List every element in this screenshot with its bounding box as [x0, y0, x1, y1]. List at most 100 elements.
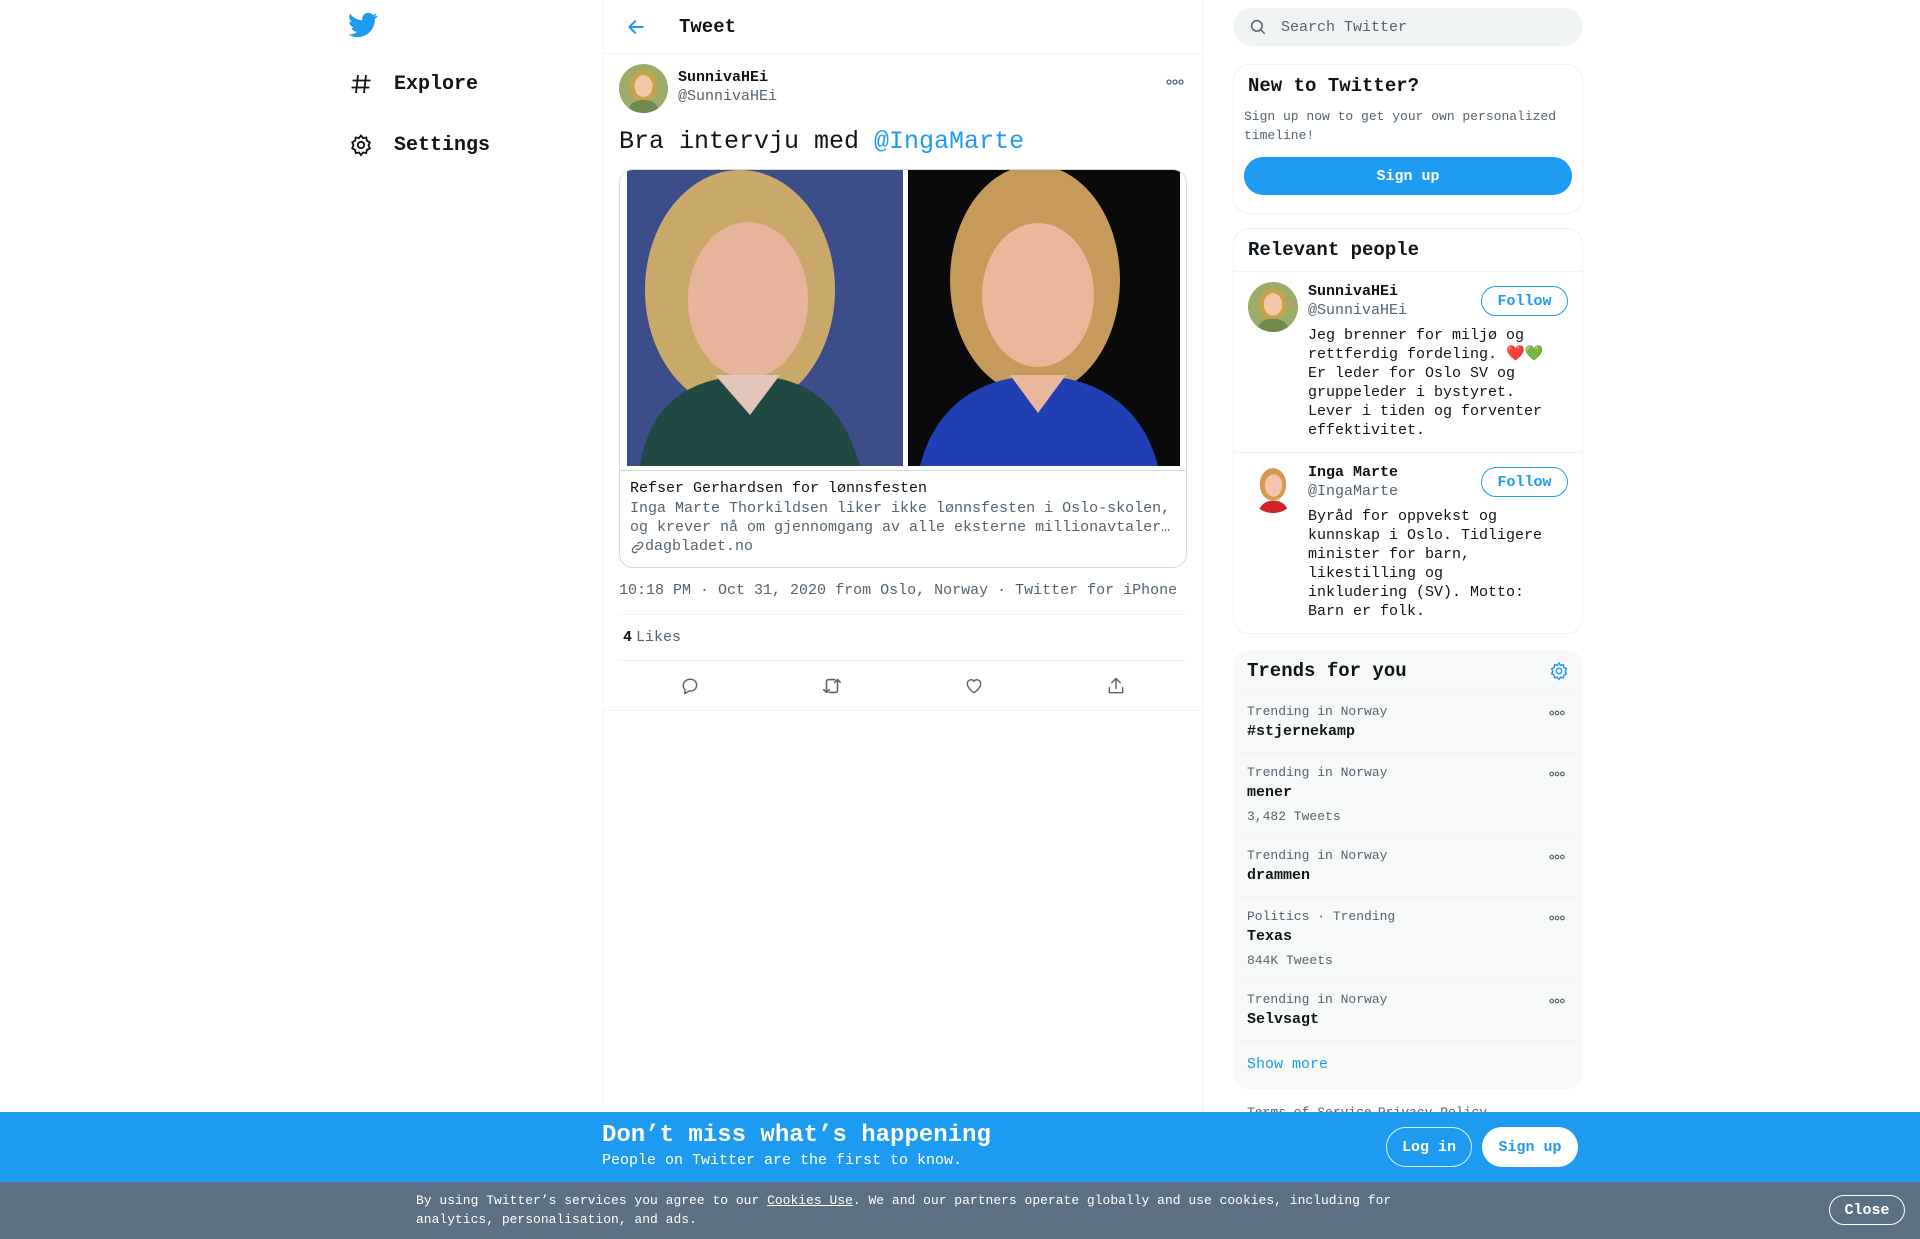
signup-box-title: New to Twitter?	[1248, 75, 1420, 97]
tweet-actions	[604, 661, 1202, 711]
relevant-people-box: Relevant people SunnivaHEi @SunnivaHEi J…	[1233, 228, 1583, 634]
trend-name: mener	[1247, 784, 1293, 801]
right-sidebar: New to Twitter? Sign up now to get your …	[1233, 0, 1583, 1120]
tweet-mention-link[interactable]: @IngaMarte	[874, 127, 1024, 156]
retweet-button[interactable]	[814, 668, 850, 704]
reply-icon	[682, 678, 698, 695]
hashtag-icon	[346, 69, 376, 99]
author-avatar[interactable]	[619, 64, 668, 113]
person-card[interactable]: Inga Marte @IngaMarte Byråd for oppvekst…	[1234, 452, 1582, 633]
link-card-domain: dagbladet.no	[630, 537, 1176, 557]
sidebar-signup-button[interactable]: Sign up	[1244, 157, 1572, 195]
trend-name: drammen	[1247, 867, 1311, 884]
nav-settings[interactable]: Settings	[346, 125, 490, 165]
share-icon	[1108, 677, 1124, 693]
cookie-text-before: By using Twitter’s services you agree to…	[416, 1193, 768, 1208]
more-dots-icon	[1549, 710, 1565, 716]
trend-count: 844K Tweets	[1247, 953, 1333, 968]
arrow-left-icon	[628, 19, 644, 34]
link-card-image	[620, 170, 1186, 470]
relevant-people-title: Relevant people	[1234, 229, 1582, 272]
trend-name: Selvsagt	[1247, 1011, 1320, 1028]
gear-icon	[346, 130, 376, 160]
trend-item[interactable]: Politics · Trending Texas 844K Tweets	[1233, 898, 1583, 981]
more-dots-icon	[1549, 771, 1565, 777]
twitter-bird-icon[interactable]	[348, 10, 382, 44]
person-card[interactable]: SunnivaHEi @SunnivaHEi Jeg brenner for m…	[1234, 272, 1582, 452]
signup-button[interactable]: Sign up	[1482, 1127, 1578, 1167]
more-dots-icon	[1549, 915, 1565, 921]
person-avatar[interactable]	[1248, 463, 1298, 513]
trend-meta: Trending in Norway	[1247, 704, 1388, 719]
trend-more-button[interactable]	[1545, 764, 1569, 784]
tweet: SunnivaHEi @SunnivaHEi Bra intervju med …	[604, 54, 1202, 711]
trend-more-button[interactable]	[1545, 703, 1569, 723]
like-button[interactable]	[956, 668, 992, 704]
more-dots-icon	[1549, 854, 1565, 860]
link-card-description: Inga Marte Thorkildsen liker ikke lønnsf…	[630, 500, 1171, 536]
follow-button[interactable]: Follow	[1481, 286, 1568, 316]
signup-banner: Don’t miss what’s happening People on Tw…	[0, 1112, 1920, 1182]
author-handle[interactable]: @SunnivaHEi	[678, 87, 777, 106]
meta-separator: ·	[997, 582, 1007, 599]
more-dots-icon	[1166, 79, 1184, 85]
banner-title: Don’t miss what’s happening	[602, 1122, 991, 1149]
trend-meta: Politics · Trending	[1247, 909, 1396, 924]
cookie-banner: By using Twitter’s services you agree to…	[0, 1182, 1920, 1239]
tweet-timestamp[interactable]: 10:18 PM · Oct 31, 2020	[619, 582, 826, 599]
back-button[interactable]	[621, 12, 651, 42]
signup-box: New to Twitter? Sign up now to get your …	[1233, 64, 1583, 214]
author-name[interactable]: SunnivaHEi	[678, 68, 777, 87]
trend-name: #stjernekamp	[1247, 723, 1356, 740]
cookies-use-link[interactable]: Cookies Use	[767, 1193, 853, 1208]
tweet-source[interactable]: Twitter for iPhone	[1015, 582, 1177, 599]
show-more-link[interactable]: Show more	[1233, 1042, 1583, 1089]
heart-icon	[966, 678, 982, 694]
link-card[interactable]: Refser Gerhardsen for lønnsfesten Inga M…	[619, 169, 1187, 568]
trend-item[interactable]: Trending in Norway drammen	[1233, 837, 1583, 898]
trends-settings-gear-icon[interactable]	[1549, 661, 1569, 681]
likes-count: 4	[623, 629, 633, 646]
more-dots-icon	[1549, 998, 1565, 1004]
person-bio: Jeg brenner for miljø og rettferdig ford…	[1308, 327, 1544, 439]
person-avatar[interactable]	[1248, 282, 1298, 332]
trends-header: Trends for you	[1233, 650, 1583, 693]
trend-meta: Trending in Norway	[1247, 992, 1388, 1007]
tweet-more-button[interactable]	[1163, 70, 1187, 94]
follow-button[interactable]: Follow	[1481, 467, 1568, 497]
trend-count: 3,482 Tweets	[1247, 809, 1341, 824]
tweet-location: from Oslo, Norway	[835, 582, 989, 599]
search-input[interactable]	[1281, 18, 1561, 36]
tweet-header: Tweet	[604, 0, 1202, 54]
tweet-author: SunnivaHEi @SunnivaHEi	[619, 54, 1187, 116]
signup-box-text: Sign up now to get your own personalized…	[1244, 109, 1557, 143]
trend-meta: Trending in Norway	[1247, 848, 1388, 863]
tweet-text-body: Bra intervju med	[619, 127, 875, 156]
share-button[interactable]	[1098, 668, 1134, 704]
tweet-text: Bra intervju med @IngaMarte	[619, 126, 1187, 158]
nav-explore[interactable]: Explore	[346, 64, 478, 104]
trend-more-button[interactable]	[1545, 991, 1569, 1011]
trend-item[interactable]: Trending in Norway #stjernekamp	[1233, 693, 1583, 754]
nav-explore-label: Explore	[394, 72, 479, 96]
trends-box: Trends for you Trending in Norway #stjer…	[1233, 650, 1583, 1089]
trend-meta: Trending in Norway	[1247, 765, 1388, 780]
banner-subtitle: People on Twitter are the first to know.	[602, 1152, 963, 1169]
link-card-title: Refser Gerhardsen for lønnsfesten	[630, 480, 928, 497]
search-icon	[1250, 19, 1266, 35]
nav-settings-label: Settings	[394, 133, 491, 157]
reply-button[interactable]	[672, 668, 708, 704]
cookie-close-button[interactable]: Close	[1829, 1195, 1905, 1225]
trend-name: Texas	[1247, 928, 1293, 945]
trend-item[interactable]: Trending in Norway mener 3,482 Tweets	[1233, 754, 1583, 837]
trend-item[interactable]: Trending in Norway Selvsagt	[1233, 981, 1583, 1042]
main-column: Tweet SunnivaHEi @SunnivaHEi Bra intervj…	[603, 0, 1203, 1239]
trend-more-button[interactable]	[1545, 847, 1569, 867]
likes-label: Likes	[636, 629, 682, 646]
link-card-domain-text: dagbladet.no	[645, 538, 754, 555]
search-bar[interactable]	[1233, 8, 1583, 46]
page-title: Tweet	[679, 15, 737, 38]
trend-more-button[interactable]	[1545, 908, 1569, 928]
login-button[interactable]: Log in	[1386, 1127, 1472, 1167]
likes-stat[interactable]: 4 Likes	[619, 615, 1187, 661]
